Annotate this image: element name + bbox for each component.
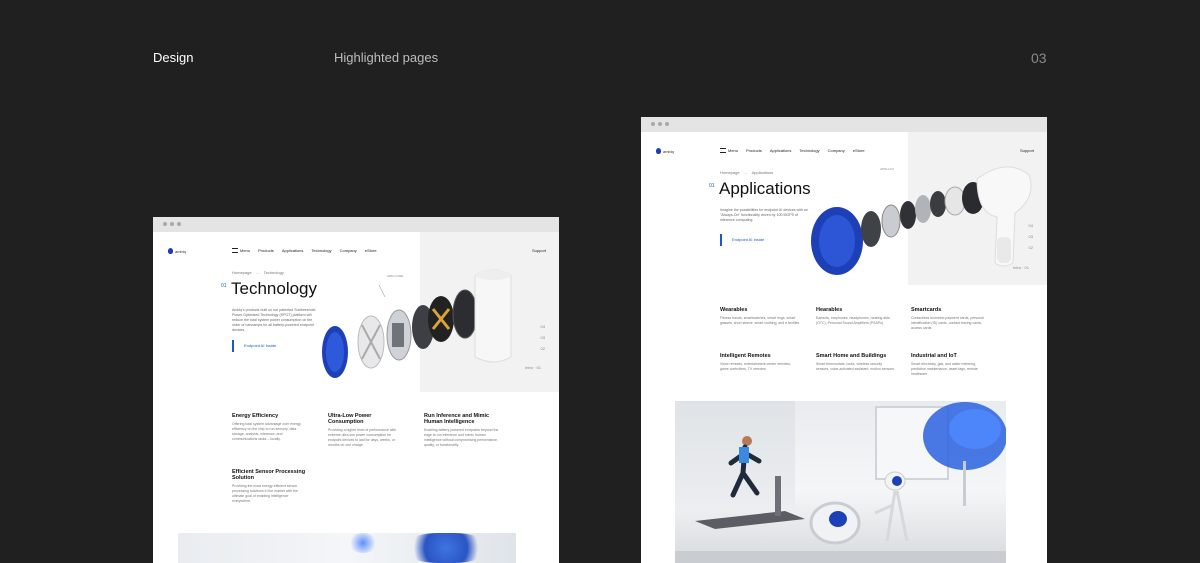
app-wearables[interactable]: Wearables Fitness bands, smartwatches, s… [720,307,800,326]
nav-products[interactable]: Products [258,248,274,253]
support-link[interactable]: Support [532,248,546,253]
treadmill [695,511,805,529]
slide-pager: 04 03 02 [533,321,545,354]
nav-applications[interactable]: Applications [770,148,792,153]
feature-text: Offering total system advantage over ene… [232,422,301,441]
pager-item[interactable]: 03 [533,332,545,343]
app-text: Earbuds, earphones, headphones, hearing … [816,316,890,325]
nav-estore[interactable]: eStore [365,248,377,253]
nav-menu[interactable]: Menu [232,248,250,254]
feature-ultra-low-power: Ultra-Low Power Consumption Providing a … [328,413,404,448]
support-link[interactable]: Support [1020,148,1034,153]
nav-products[interactable]: Products [746,148,762,153]
driver-ring [861,211,881,247]
app-text: Fitness bands, smartwatches, smart rings… [720,316,800,325]
page-title: Technology [231,279,318,298]
app-industrial-iot[interactable]: Industrial and IoT Smart electricity, ga… [911,353,991,377]
feature-energy-efficiency: Energy Efficiency Offering total system … [232,413,308,442]
applications-page-mockup: ambiq Menu Products Applications Technol… [641,117,1047,563]
nav-company[interactable]: Company [340,248,357,253]
app-title: Wearables [720,307,748,313]
pager-item[interactable]: 04 [533,321,545,332]
breadcrumb-home[interactable]: Homepage [232,270,252,275]
app-title: Smartcards [911,307,942,313]
window-dots [163,222,181,226]
breadcrumb-home[interactable]: Homepage [720,170,740,175]
page-description: Ambiq's products built on our patented S… [232,308,316,332]
ambiq-logo-icon [168,248,173,254]
nav-estore[interactable]: eStore [853,148,865,153]
slide-pager: 04 03 02 [1021,220,1033,253]
apollo4-callout: APOLLO4 [880,167,894,171]
fitness-lifestyle-photo [675,401,1006,563]
page-number: 03 [1031,50,1047,66]
section-index: 01 [709,183,715,189]
page-description: Imagine the possibilities for endpoint A… [720,208,808,222]
feature-title: Ultra-Low Power Consumption [328,413,372,425]
feature-title: Energy Efficiency [232,413,279,419]
app-smartcards[interactable]: Smartcards Contactless biometric payment… [911,307,991,331]
exploded-earbud-illustration [811,166,1032,275]
runner-head [742,436,752,446]
feature-title: Efficient Sensor Processing Solution [232,469,306,481]
feature-run-inference: Run Inference and Mimic Human Intelligen… [424,413,504,448]
section-subtitle: Highlighted pages [334,50,439,65]
nav-technology[interactable]: Technology [799,148,819,153]
app-title: Hearables [816,307,843,313]
endpoint-ai-link[interactable]: Endpoint AI Inside [720,234,764,246]
breadcrumb: Homepage — Applications [720,170,774,175]
app-title: Smart Home and Buildings [816,353,887,359]
pager-item[interactable]: 02 [533,343,545,354]
menu-icon [720,148,726,154]
pager-active[interactable]: Intro · 01 [1013,262,1029,273]
top-nav: Menu Products Applications Technology Co… [232,248,377,254]
nav-technology[interactable]: Technology [311,248,331,253]
section-label: Design [153,50,194,65]
technology-page-mockup: ambiq Menu Products Applications Technol… [153,217,559,563]
app-text: Smart electricity, gas, and water meteri… [911,362,978,376]
browser-chrome [641,117,1047,132]
app-text: Voice remotes, entertainment center remo… [720,362,791,371]
nav-applications[interactable]: Applications [282,248,304,253]
section-index: 01 [221,283,227,289]
breadcrumb-current: Technology [263,270,284,275]
pager-item[interactable]: 02 [1021,242,1033,253]
app-title: Intelligent Remotes [720,353,771,359]
scene-illustration [675,402,1006,563]
feature-text: Enabling battery-powered endpoints beyon… [424,428,499,447]
feature-sensor-processing: Efficient Sensor Processing Solution Pro… [232,469,308,504]
app-hearables[interactable]: Hearables Earbuds, earphones, headphones… [816,307,896,326]
rear-frame [452,289,478,339]
breadcrumb: Homepage — Technology [232,270,284,275]
nav-menu[interactable]: Menu [720,148,738,154]
page-title: Applications [719,179,811,198]
white-housing [474,269,512,363]
feature-text: Providing the most energy-efficient sens… [232,484,298,503]
breadcrumb-current: Applications [751,170,774,175]
exploded-product-illustration [322,269,512,378]
app-text: Contactless biometric payment cards, per… [911,316,984,330]
brand-logo[interactable]: ambiq [168,248,186,254]
pager-item[interactable]: 04 [1021,220,1033,231]
app-title: Industrial and IoT [911,353,957,359]
app-intelligent-remotes[interactable]: Intelligent Remotes Voice remotes, enter… [720,353,800,372]
pager-active[interactable]: Intro · 01 [525,362,541,373]
feature-title: Run Inference and Mimic Human Intelligen… [424,413,490,425]
arm-core-callout: ARM CORE [387,274,404,278]
menu-icon [232,248,238,254]
top-nav: Menu Products Applications Technology Co… [720,148,865,154]
endpoint-ai-link[interactable]: Endpoint AI Inside [232,340,276,352]
ambiq-logo-icon [656,148,661,154]
brand-logo[interactable]: ambiq [656,148,674,154]
nav-company[interactable]: Company [828,148,845,153]
lifestyle-photo [178,533,516,563]
browser-chrome [153,217,559,232]
app-text: Smart thermostats, locks, wireless secur… [816,362,895,371]
app-smart-home[interactable]: Smart Home and Buildings Smart thermosta… [816,353,896,372]
window-dots [651,122,669,126]
pager-item[interactable]: 03 [1021,231,1033,242]
feature-text: Providing a higher level of performance … [328,428,397,447]
